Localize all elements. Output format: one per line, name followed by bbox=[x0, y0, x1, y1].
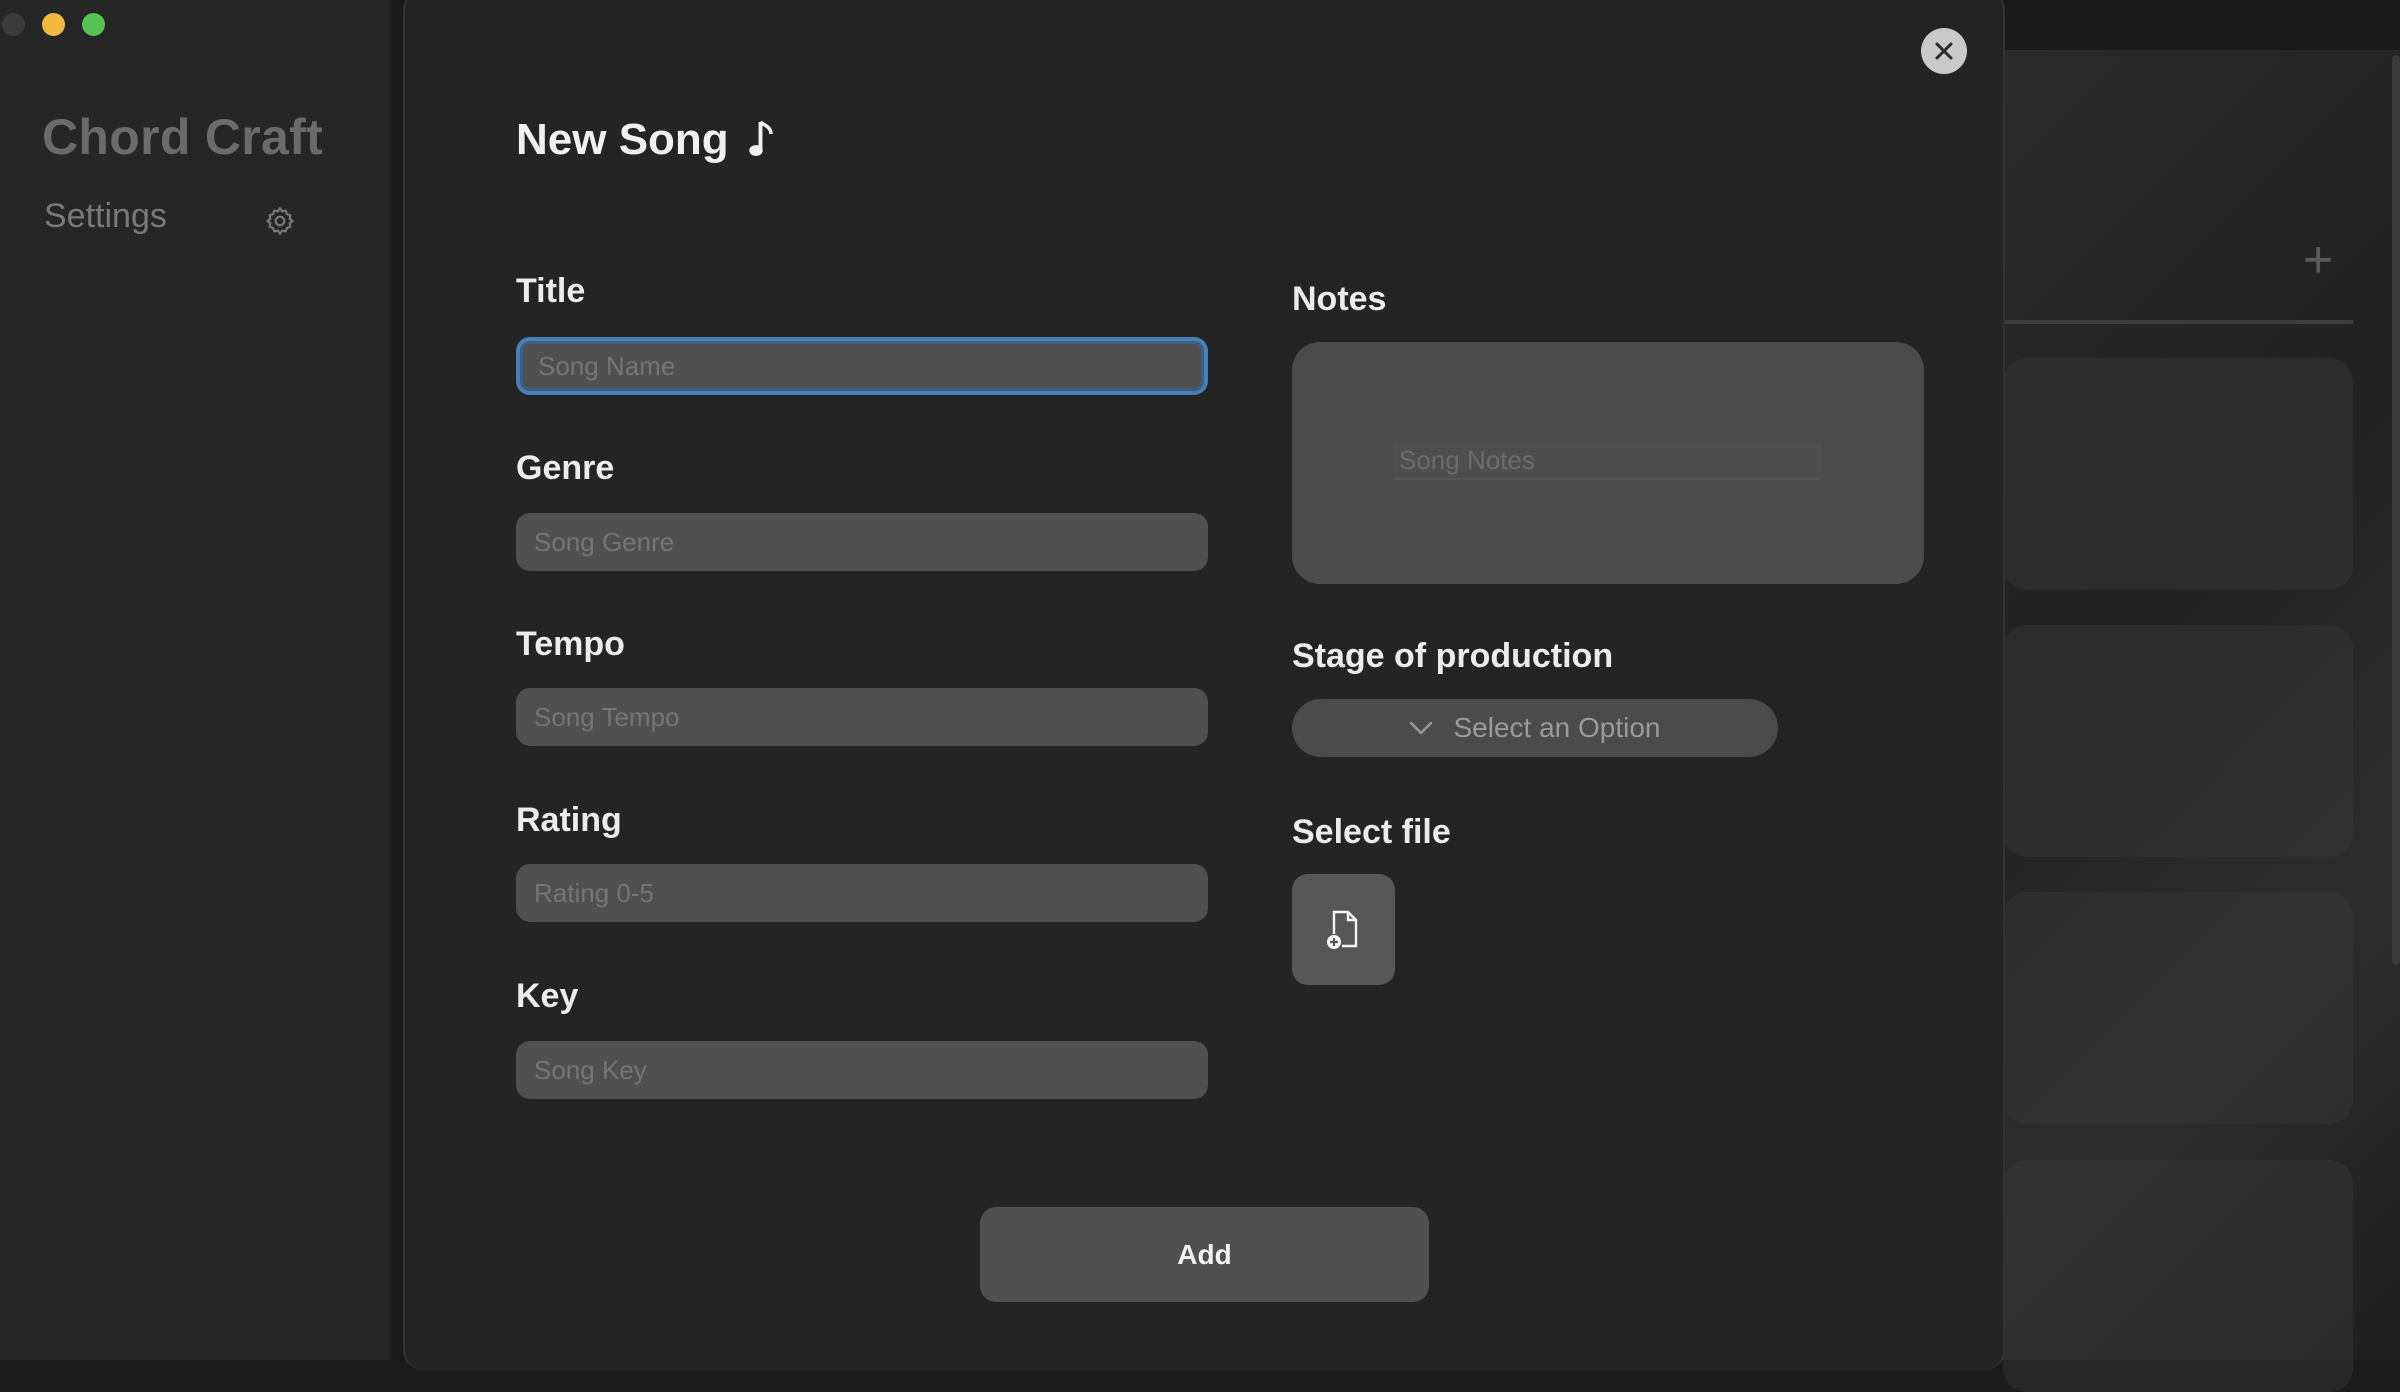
modal-title-text: New Song bbox=[516, 115, 729, 164]
notes-box[interactable]: Song Notes bbox=[1292, 342, 1924, 584]
music-note-icon bbox=[748, 120, 773, 156]
sidebar-item-settings[interactable]: Settings bbox=[44, 197, 295, 236]
modal-title: New Song bbox=[516, 115, 777, 165]
notes-label: Notes bbox=[1292, 280, 1387, 318]
rating-label: Rating bbox=[516, 801, 622, 839]
genre-input[interactable] bbox=[516, 513, 1208, 571]
background-divider bbox=[2003, 320, 2353, 324]
window-maximize-button[interactable] bbox=[82, 13, 105, 36]
genre-label: Genre bbox=[516, 449, 615, 487]
stage-select-value: Select an Option bbox=[1453, 712, 1661, 743]
background-song-card bbox=[2003, 892, 2353, 1124]
title-label: Title bbox=[516, 272, 586, 310]
title-input[interactable] bbox=[516, 337, 1208, 395]
plus-icon[interactable]: + bbox=[2303, 230, 2333, 290]
close-icon bbox=[1935, 42, 1953, 60]
window-minimize-button[interactable] bbox=[42, 13, 65, 36]
gear-icon[interactable] bbox=[264, 205, 296, 237]
sidebar: Chord Craft Settings bbox=[0, 0, 390, 1360]
new-song-modal bbox=[403, 0, 2005, 1370]
select-file-button[interactable] bbox=[1292, 874, 1395, 985]
notes-input[interactable]: Song Notes bbox=[1393, 442, 1821, 480]
rating-input[interactable] bbox=[516, 864, 1208, 922]
background-song-card bbox=[2003, 625, 2353, 857]
window-close-button[interactable] bbox=[2, 13, 25, 36]
add-button[interactable]: Add bbox=[980, 1207, 1429, 1302]
app-title: Chord Craft bbox=[42, 109, 324, 165]
stage-label: Stage of production bbox=[1292, 637, 1614, 675]
stage-select[interactable]: Select an Option bbox=[1292, 699, 1778, 757]
key-input[interactable] bbox=[516, 1041, 1208, 1099]
file-add-icon bbox=[1326, 910, 1357, 949]
sidebar-item-label: Settings bbox=[44, 197, 167, 235]
window-controls bbox=[2, 13, 105, 36]
chevron-down-icon bbox=[1410, 721, 1433, 735]
background-song-card bbox=[2003, 1160, 2353, 1392]
tempo-label: Tempo bbox=[516, 625, 625, 663]
scrollbar[interactable] bbox=[2392, 55, 2400, 965]
background-song-card bbox=[2003, 358, 2353, 590]
tempo-input[interactable] bbox=[516, 688, 1208, 746]
key-label: Key bbox=[516, 977, 579, 1015]
close-button[interactable] bbox=[1921, 28, 1967, 74]
select-file-label: Select file bbox=[1292, 813, 1451, 851]
